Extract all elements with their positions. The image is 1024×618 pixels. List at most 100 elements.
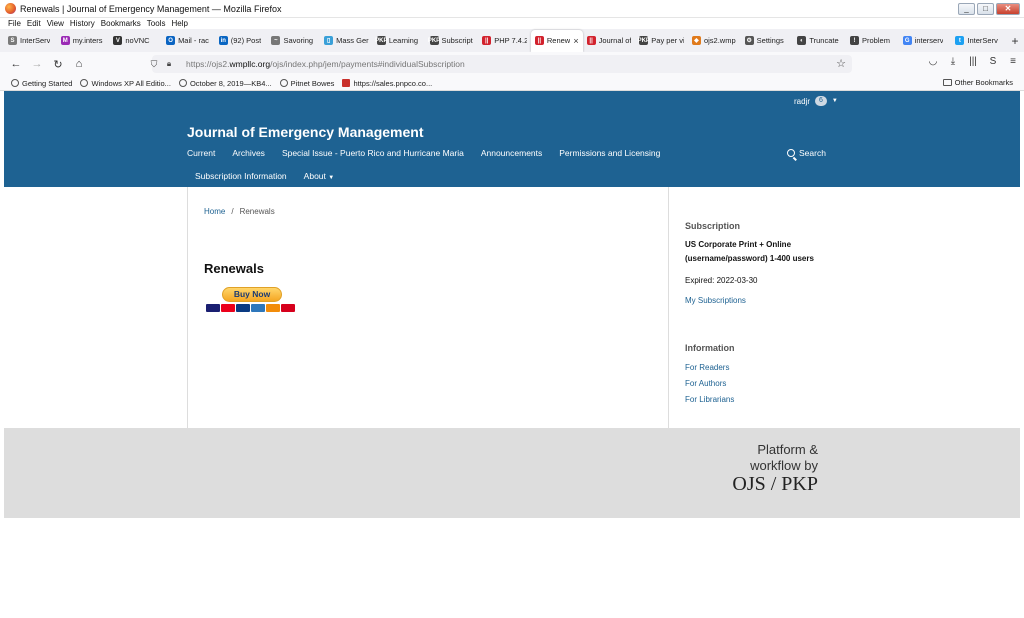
user-menu[interactable]: radjr 6 ▼ [794,96,838,106]
other-bookmarks[interactable]: Other Bookmarks [942,78,1013,87]
tab-label: PHP 7.4.2 [494,36,527,45]
browser-tab[interactable]: Mmy.inters [57,30,110,52]
tab-favicon-icon: ! [850,36,860,45]
browser-tab[interactable]: S InterServ [4,30,57,52]
back-icon[interactable]: ← [6,58,26,70]
tab-favicon-icon: || [482,36,492,45]
search-link[interactable]: Search [787,148,826,158]
browser-tab[interactable]: O Mail - rac [162,30,215,52]
browser-tab[interactable]: ! Problem [846,30,899,52]
menu-edit[interactable]: Edit [27,19,41,28]
menu-bookmarks[interactable]: Bookmarks [101,19,141,28]
tab-favicon-icon: t [955,36,965,45]
browser-tab[interactable]: in (92) Post [215,30,268,52]
pocket-icon[interactable]: ◡ [926,56,940,67]
for-readers-link[interactable]: For Readers [685,363,1005,372]
browser-tab[interactable]: || Journal of [583,30,636,52]
reload-icon[interactable]: ↻ [48,58,68,71]
window-title: Renewals | Journal of Emergency Manageme… [20,3,282,14]
secondary-nav: Subscription Information About ▼ [195,171,334,181]
tab-favicon-icon: O [166,36,176,45]
nav-archives[interactable]: Archives [232,148,265,158]
tab-label: interserv [914,36,944,45]
sync-icon[interactable]: S [986,56,1000,67]
footer-line-3: OJS / PKP [732,473,818,495]
tab-label: InterServ [967,36,998,45]
maximize-button[interactable]: □ [977,3,994,15]
tab-strip: S InterServ Mmy.inters VnoVNC O Mail - rac in(… [0,29,1024,52]
bookmark-label: Getting Started [22,78,73,88]
downloads-icon[interactable]: ⤓ [946,56,960,67]
bookmark-label: Pitnet Bowes [290,78,335,88]
hamburger-menu-icon[interactable]: ≡ [1006,56,1020,67]
browser-tab[interactable]: PKP Learning [373,30,426,52]
bookmark-star-icon[interactable]: ☆ [836,57,846,70]
new-tab-button[interactable]: + [1006,34,1024,48]
lock-icon[interactable]: 🔒︎ [162,59,176,69]
paypal-buy-now[interactable]: Buy Now [206,287,295,312]
tab-favicon-icon: ~ [271,36,281,45]
browser-tab[interactable]: || PHP 7.4.2 [478,30,531,52]
tab-favicon-icon: PKP [637,36,650,45]
browser-tab[interactable]: ▯ Mass Ger [320,30,373,52]
journal-title[interactable]: Journal of Emergency Management [187,124,424,140]
information-title: Information [685,343,735,353]
nav-special-issue[interactable]: Special Issue - Puerto Rico and Hurrican… [282,148,464,158]
browser-tab[interactable]: ⚙ Settings [741,30,794,52]
caret-down-icon: ▼ [328,175,335,181]
browser-tab[interactable]: ◐ Truncate [793,30,846,52]
tracking-shield-icon[interactable]: ⛉ [146,59,162,70]
nav-announcements[interactable]: Announcements [481,148,542,158]
firefox-icon [5,3,16,14]
close-window-button[interactable]: ✕ [996,3,1020,15]
url-bar[interactable]: ⛉ 🔒︎ https://ojs2. wmpllc.org /ojs/index… [151,55,852,73]
browser-tab[interactable]: ◆ ojs2.wmp [688,30,741,52]
close-tab-icon[interactable]: × [573,36,578,46]
tab-label: (92) Post [230,36,262,45]
menu-tools[interactable]: Tools [147,19,166,28]
nav-current[interactable]: Current [187,148,215,158]
bookmark-sales[interactable]: https://sales.pnpco.co... [342,79,432,88]
page-title: Renewals [204,261,264,276]
pkp-logo[interactable]: Platform & workflow by OJS / PKP [732,442,818,496]
browser-tab[interactable]: PKP Subscript [426,30,479,52]
url-prefix: https://ojs2. [186,59,230,69]
minimize-button[interactable]: _ [958,3,975,15]
tab-label: Settings [756,36,784,45]
subscription-type: US Corporate Print + Online (username/pa… [685,238,1005,266]
tab-label: Truncate [809,36,839,45]
browser-tab[interactable]: ||Renewals× [530,29,583,52]
nav-about[interactable]: About ▼ [304,171,335,181]
bookmark-windows-xp[interactable]: Windows XP All Editio... [80,79,171,88]
search-icon [787,149,795,157]
nav-subscription-info[interactable]: Subscription Information [195,171,287,181]
globe-icon [279,79,288,87]
menu-view[interactable]: View [47,19,64,28]
library-icon[interactable]: ||| [966,56,980,67]
menu-file[interactable]: File [8,19,21,28]
sidebar: Subscription US Corporate Print + Online… [685,187,1005,404]
browser-tab[interactable]: t InterServ [951,30,1004,52]
home-icon[interactable]: ⌂ [69,58,89,70]
for-authors-link[interactable]: For Authors [685,379,1005,388]
notification-badge: 6 [815,96,827,106]
browser-tab[interactable]: PKP Pay per vi [635,30,688,52]
menu-help[interactable]: Help [171,19,187,28]
bookmark-october[interactable]: October 8, 2019—KB4... [178,79,272,88]
tab-label: Mass Ger [336,36,369,45]
search-label: Search [799,148,826,158]
buy-now-button[interactable]: Buy Now [222,287,282,302]
browser-tab[interactable]: ~ Savoring [267,30,320,52]
username: radjr [794,96,811,106]
footer-line-1: Platform & [757,442,818,457]
my-subscriptions-link[interactable]: My Subscriptions [685,296,1005,305]
breadcrumb-home[interactable]: Home [204,207,225,216]
bookmark-pitnet[interactable]: Pitnet Bowes [279,78,335,88]
menu-history[interactable]: History [70,19,95,28]
bookmark-getting-started[interactable]: Getting Started [11,79,72,88]
nav-permissions[interactable]: Permissions and Licensing [559,148,660,158]
forward-icon[interactable]: → [27,58,47,70]
browser-tab[interactable]: Ginterserv [899,30,952,52]
for-librarians-link[interactable]: For Librarians [685,395,1005,404]
browser-tab[interactable]: VnoVNC [109,30,162,52]
